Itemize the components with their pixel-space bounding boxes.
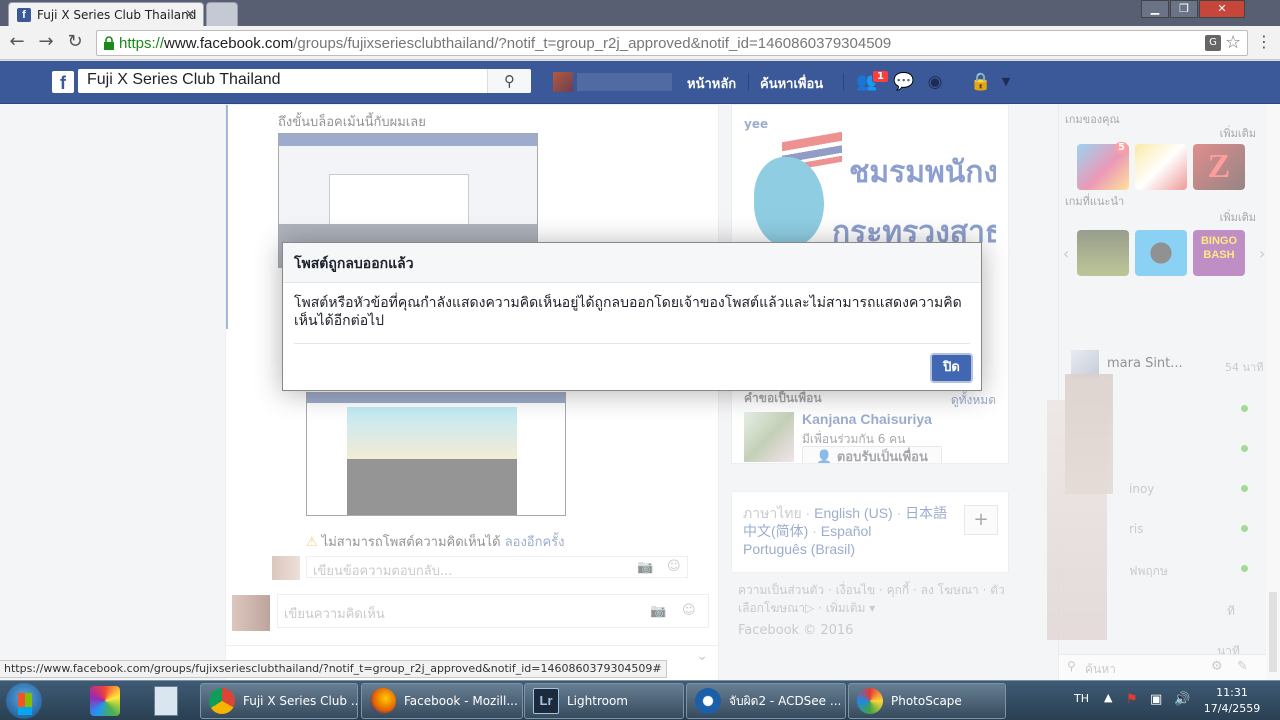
facebook-logo-icon[interactable]: f [52,71,74,93]
taskbar-photoscape[interactable]: PhotoScape [848,683,1006,719]
new-tab-button[interactable] [206,2,238,26]
nav-divider [748,73,749,91]
taskbar-acdsee-label: จับผิด2 - ACDSee ... [729,693,842,708]
browser-menu-icon[interactable]: ⋮ [1256,32,1272,51]
chrome-icon [209,688,235,714]
taskbar-firefox-label: Facebook - Mozill... [404,694,518,708]
account-menu-arrow-icon[interactable]: ▼ [996,72,1016,92]
taskbar-chrome-label: Fuji X Series Club ... [243,694,358,708]
browser-toolbar: ← → ↻ https://www.facebook.com/groups/fu… [0,26,1280,60]
facebook-page: f Fuji X Series Club Thailand ⚲ หน้าหลัก… [0,61,1280,680]
close-button[interactable]: ปิด [932,355,971,381]
facebook-search-input[interactable]: Fuji X Series Club Thailand ⚲ [78,69,531,93]
nav-find-friends-link[interactable]: ค้นหาเพื่อน [760,73,823,94]
modal-overlay [0,104,1280,680]
dialog-title: โพสต์ถูกลบออกแล้ว [294,256,414,272]
system-clock[interactable]: 11:31 17/4/2559 [1200,685,1264,717]
lightroom-icon: Lr [533,688,559,714]
window-close-button[interactable]: ✕ [1199,0,1245,18]
network-icon[interactable]: ▣ [1150,692,1162,707]
input-language-indicator[interactable]: TH [1074,692,1089,705]
photoscape-icon [857,688,883,714]
taskbar-lightroom[interactable]: Lr Lightroom [524,683,684,719]
reload-icon[interactable]: ↻ [64,31,86,53]
back-arrow-icon[interactable]: ← [6,31,28,53]
firefox-icon [370,688,396,714]
taskbar-lightroom-label: Lightroom [567,694,628,708]
forward-arrow-icon[interactable]: → [35,31,57,53]
facebook-favicon-icon: f [17,7,31,22]
windows-taskbar: Fuji X Series Club ... Facebook - Mozill… [0,680,1280,720]
volume-icon[interactable]: 🔊 [1174,692,1190,707]
post-removed-dialog: โพสต์ถูกลบออกแล้ว โพสต์หรือหัวข้อที่คุณก… [282,242,982,391]
dialog-message: โพสต์หรือหัวข้อที่คุณกำลังแสดงความคิดเห็… [294,295,962,329]
url-text: https://www.facebook.com/groups/fujixser… [119,35,892,52]
nav-divider [843,73,844,91]
start-button[interactable] [6,683,42,719]
browser-titlebar: f Fuji X Series Club Thailand ✕ ▁ ❐ ✕ [0,0,1280,26]
dialog-header: โพสต์ถูกลบออกแล้ว [283,243,981,283]
link-status-bubble: https://www.facebook.com/groups/fujixser… [0,660,667,678]
notification-badge: 1 [872,70,889,83]
windows-logo-icon [18,693,32,707]
clock-time: 11:31 [1216,686,1248,699]
tab-title: Fuji X Series Club Thailand [37,7,197,22]
address-bar[interactable]: https://www.facebook.com/groups/fujixser… [96,30,1248,56]
acdsee-icon [695,688,721,714]
taskbar-photoscape-label: PhotoScape [891,694,962,708]
profile-avatar[interactable] [553,72,573,92]
action-center-icon[interactable]: ⚑ [1126,692,1138,707]
taskbar-chrome[interactable]: Fuji X Series Club ... [200,683,358,719]
privacy-shortcuts-icon[interactable]: 🔒 [970,72,991,92]
notifications-globe-icon[interactable]: ◉ [925,72,945,92]
nav-home-link[interactable]: หน้าหลัก [687,73,736,94]
tab-close-icon[interactable]: ✕ [185,7,195,21]
dialog-divider [294,343,970,344]
calculator-app-icon[interactable] [154,686,178,716]
messages-icon[interactable]: 💬 [893,72,914,92]
search-value: Fuji X Series Club Thailand [87,71,281,88]
window-maximize-button[interactable]: ❐ [1170,0,1198,18]
window-minimize-button[interactable]: ▁ [1141,0,1169,18]
clock-date: 17/4/2559 [1203,702,1261,715]
taskbar-firefox[interactable]: Facebook - Mozill... [361,683,523,719]
profile-name-blurred[interactable] [577,73,672,91]
translate-icon[interactable]: G [1205,35,1221,51]
taskbar-acdsee[interactable]: จับผิด2 - ACDSee ... [686,683,846,719]
bookmark-star-icon[interactable]: ☆ [1225,32,1241,53]
paint-app-icon[interactable] [90,686,120,716]
facebook-top-bar: f Fuji X Series Club Thailand ⚲ หน้าหลัก… [0,61,1280,104]
search-icon[interactable]: ⚲ [487,69,531,93]
show-hidden-icons-icon[interactable]: ▲ [1104,691,1112,704]
tab-fuji-x-series[interactable]: f Fuji X Series Club Thailand ✕ [8,2,204,26]
lock-icon [104,36,114,50]
